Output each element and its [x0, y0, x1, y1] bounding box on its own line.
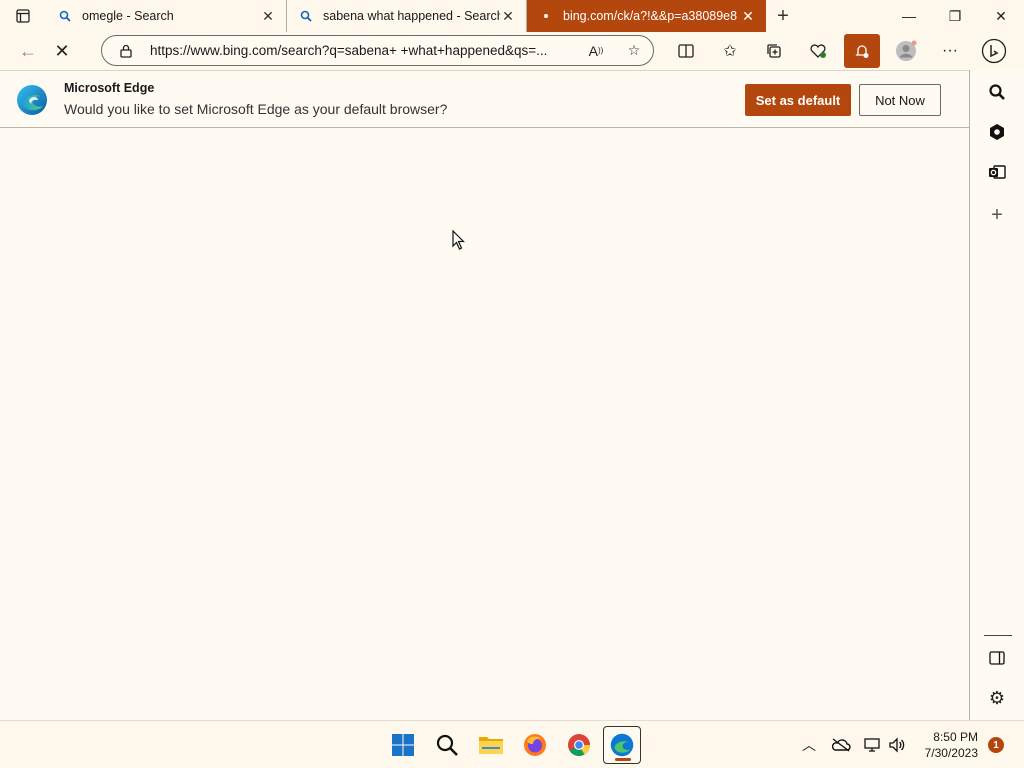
tab-actions-icon — [16, 9, 30, 23]
browser-essentials-icon[interactable] — [796, 34, 840, 68]
sidebar-search-icon[interactable] — [984, 79, 1010, 105]
tab-title: omegle - Search — [82, 9, 174, 23]
tab-omegle[interactable]: omegle - Search ✕ — [46, 0, 286, 32]
folder-icon — [479, 737, 503, 754]
tab-bing-redirect[interactable]: bing.com/ck/a?!&&p=a38089e8 ✕ — [526, 0, 766, 32]
back-arrow-icon: ← — [19, 40, 37, 61]
sidebar-outlook-icon[interactable] — [984, 159, 1010, 185]
split-screen-icon[interactable] — [664, 34, 708, 68]
notification-badge[interactable]: 1 — [988, 737, 1004, 753]
tab-bar: omegle - Search ✕ sabena what happened -… — [0, 0, 1024, 32]
system-clock[interactable]: 8:50 PM 7/30/2023 — [914, 729, 978, 761]
chevron-up-icon: ︿ — [802, 737, 816, 753]
url-text: https://www.bing.com/search?q=sabena+ +w… — [150, 43, 548, 58]
firefox-button[interactable] — [516, 726, 554, 764]
clock-date: 7/30/2023 — [924, 746, 978, 760]
toolbar: ← ✕ https://www.bing.com/search?q=sabena… — [0, 32, 1024, 70]
close-window-button[interactable]: ✕ — [978, 0, 1024, 32]
edge-icon — [610, 733, 634, 757]
plus-icon: + — [777, 4, 789, 27]
tab-close-icon[interactable]: ✕ — [260, 8, 276, 24]
edge-taskbar-button[interactable] — [603, 726, 641, 764]
read-aloud-icon[interactable]: A)) — [577, 37, 615, 65]
windows-taskbar: ︿ 8:50 PM 7/30/2023 1 — [0, 720, 1024, 768]
back-button[interactable]: ← — [11, 34, 45, 68]
not-now-button[interactable]: Not Now — [859, 84, 941, 116]
tab-title: bing.com/ck/a?!&&p=a38089e8 — [563, 9, 738, 23]
start-button[interactable] — [384, 726, 422, 764]
new-tab-button[interactable]: + — [766, 0, 800, 32]
tab-title: sabena what happened - Search — [323, 9, 500, 23]
tab-close-icon[interactable]: ✕ — [740, 8, 756, 24]
default-browser-infobar: Microsoft Edge Would you like to set Mic… — [0, 70, 970, 128]
collections-icon[interactable] — [752, 34, 796, 68]
chrome-button[interactable] — [560, 726, 598, 764]
sidebar-settings-gear-icon[interactable]: ⚙ — [984, 685, 1010, 711]
minimize-button[interactable]: — — [886, 0, 932, 32]
sidebar-hide-icon[interactable] — [984, 645, 1010, 671]
page-content-area — [0, 128, 969, 720]
bing-chat-icon[interactable] — [974, 34, 1014, 68]
chrome-icon — [568, 734, 590, 756]
mouse-cursor-icon — [452, 230, 465, 250]
profile-avatar[interactable] — [884, 34, 928, 68]
sidebar-games-icon[interactable] — [984, 119, 1010, 145]
search-icon — [58, 9, 72, 23]
edge-logo-icon — [17, 85, 47, 115]
infobar-message: Would you like to set Microsoft Edge as … — [64, 101, 448, 117]
tab-sabena[interactable]: sabena what happened - Search ✕ — [286, 0, 526, 32]
lock-icon — [118, 43, 134, 59]
search-icon — [436, 734, 458, 756]
clock-time: 8:50 PM — [933, 730, 978, 744]
window-controls: — ❐ ✕ — [886, 0, 1024, 32]
edge-sidebar: + ⚙ — [969, 70, 1024, 720]
infobar-title: Microsoft Edge — [64, 81, 155, 95]
volume-icon[interactable] — [886, 721, 908, 768]
firefox-icon — [524, 734, 546, 756]
onedrive-icon[interactable] — [828, 721, 854, 768]
more-options-icon[interactable]: ··· — [928, 34, 972, 68]
windows-logo-icon — [392, 734, 414, 756]
minimize-icon: — — [902, 8, 916, 24]
active-app-indicator — [615, 758, 631, 761]
sidebar-divider — [984, 635, 1012, 636]
favorite-star-icon[interactable]: ☆ — [615, 37, 653, 65]
network-icon[interactable] — [861, 721, 883, 768]
tab-actions-button[interactable] — [0, 0, 46, 32]
stop-icon: ✕ — [54, 40, 70, 61]
restore-button[interactable]: ❐ — [932, 0, 978, 32]
show-hidden-icons-button[interactable]: ︿ — [798, 721, 820, 768]
notifications-bell-icon[interactable] — [844, 34, 880, 68]
file-explorer-button[interactable] — [472, 726, 510, 764]
set-as-default-button[interactable]: Set as default — [745, 84, 851, 116]
close-icon: ✕ — [995, 7, 1007, 24]
stop-loading-button[interactable]: ✕ — [45, 34, 79, 68]
search-icon — [299, 9, 313, 23]
favorites-icon[interactable]: ✩ — [708, 34, 752, 68]
tab-close-icon[interactable]: ✕ — [500, 8, 516, 24]
toolbar-right: ✩ ··· — [664, 32, 1014, 70]
address-bar[interactable]: https://www.bing.com/search?q=sabena+ +w… — [101, 35, 654, 66]
taskbar-search-button[interactable] — [428, 726, 466, 764]
loading-dot-icon — [539, 9, 553, 23]
restore-icon: ❐ — [948, 7, 962, 24]
sidebar-add-icon[interactable]: + — [984, 202, 1010, 228]
